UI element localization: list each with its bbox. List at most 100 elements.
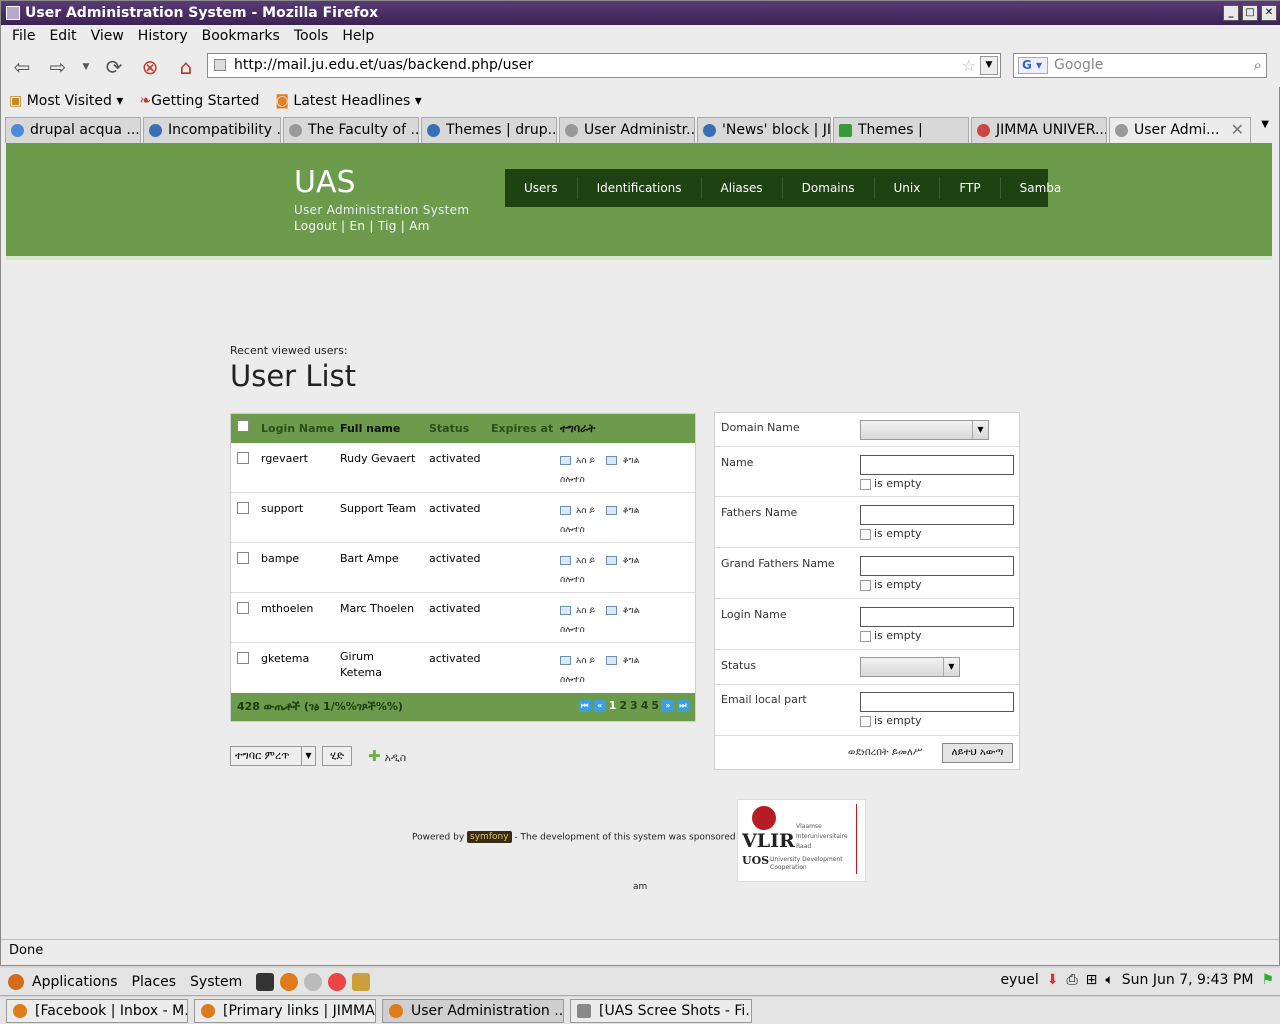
- system-menu[interactable]: System: [190, 974, 242, 990]
- email-input[interactable]: [860, 692, 1014, 712]
- row-checkbox[interactable]: [237, 502, 249, 514]
- previous-page-icon[interactable]: «: [593, 699, 606, 712]
- bookmark-latest-headlines[interactable]: ◙ Latest Headlines ▾: [275, 93, 421, 109]
- tab-5[interactable]: User Administr...: [559, 117, 695, 143]
- menu-history[interactable]: History: [131, 28, 195, 44]
- reset-link[interactable]: ወደነበረበት ይመለሥ: [848, 747, 922, 758]
- back-arrow-icon[interactable]: ⇦: [7, 52, 37, 82]
- tab-7[interactable]: Themes |: [833, 117, 969, 143]
- username[interactable]: eyuel: [1000, 972, 1038, 988]
- name-empty-checkbox[interactable]: is empty: [860, 477, 922, 490]
- nav-aliases[interactable]: Aliases: [702, 177, 783, 199]
- col-status[interactable]: Status: [429, 422, 469, 435]
- url-dropdown-icon[interactable]: ▼: [980, 56, 998, 75]
- nav-unix[interactable]: Unix: [875, 177, 941, 199]
- delete-link[interactable]: ስሎተስ: [560, 475, 585, 485]
- home-icon[interactable]: ⌂: [171, 52, 201, 82]
- edit-icon[interactable]: [560, 506, 571, 515]
- edit-icon[interactable]: [560, 456, 571, 465]
- fathers-empty-checkbox[interactable]: is empty: [860, 527, 922, 540]
- tag-icon[interactable]: [606, 656, 618, 665]
- tab-3[interactable]: The Faculty of ...: [283, 117, 419, 143]
- col-login[interactable]: Login Name: [261, 422, 334, 435]
- volume-icon[interactable]: 🔈︎: [1105, 972, 1113, 988]
- edit-icon[interactable]: [560, 556, 571, 565]
- domain-select[interactable]: ▼: [860, 420, 989, 440]
- task-screenshots[interactable]: [UAS Scree Shots - Fi...: [570, 998, 752, 1023]
- edit-icon[interactable]: [560, 606, 571, 615]
- logout-icon[interactable]: ⚑: [1261, 972, 1274, 988]
- login-cell[interactable]: rgevaert: [261, 452, 308, 465]
- task-uas[interactable]: User Administration ...: [382, 998, 564, 1023]
- batch-go-button[interactable]: ሂድ: [322, 746, 352, 766]
- edit-link[interactable]: አስ ይ: [576, 456, 595, 466]
- stop-icon[interactable]: ⊗: [135, 52, 165, 82]
- search-engine-icon[interactable]: G ▾: [1018, 57, 1048, 74]
- help-icon[interactable]: [328, 972, 347, 991]
- page-5[interactable]: 5: [651, 699, 659, 712]
- login-cell[interactable]: mthoelen: [261, 602, 313, 615]
- edit-link[interactable]: አስ ይ: [576, 556, 595, 566]
- search-bar[interactable]: G ▾ Google ⌕: [1013, 53, 1267, 78]
- applications-menu[interactable]: Applications: [32, 974, 118, 990]
- nav-identifications[interactable]: Identifications: [578, 177, 702, 199]
- tag-icon[interactable]: [606, 556, 618, 565]
- menu-view[interactable]: View: [84, 28, 131, 44]
- tab-active[interactable]: User Admi... ✕: [1109, 117, 1251, 143]
- row-checkbox[interactable]: [237, 552, 249, 564]
- firefox-icon[interactable]: [280, 972, 299, 991]
- login-cell[interactable]: support: [261, 502, 303, 515]
- vlir-uos-logo[interactable]: VLIR UOS Vlaamse Interuniversitaire Raad…: [737, 799, 866, 882]
- forward-arrow-icon[interactable]: ⇨: [43, 52, 73, 82]
- places-menu[interactable]: Places: [132, 974, 177, 990]
- page-1[interactable]: 1: [609, 699, 617, 712]
- add-user-link[interactable]: ✚ አዲስ: [368, 747, 406, 765]
- menu-bookmarks[interactable]: Bookmarks: [195, 28, 287, 44]
- bookmark-star-icon[interactable]: ☆: [962, 54, 976, 77]
- notes-icon[interactable]: [352, 972, 371, 991]
- login-cell[interactable]: gketema: [261, 652, 309, 665]
- edit-link[interactable]: አስ ይ: [576, 506, 595, 516]
- nav-users[interactable]: Users: [505, 177, 578, 199]
- batch-action-select[interactable]: ተግባር ምረጥ ▼: [230, 746, 316, 766]
- network-icon[interactable]: ⊞: [1086, 972, 1098, 988]
- first-page-icon[interactable]: ⏮: [578, 699, 591, 712]
- edit-link[interactable]: አስ ይ: [576, 656, 595, 666]
- reload-icon[interactable]: ⟳: [99, 52, 129, 82]
- menu-tools[interactable]: Tools: [287, 28, 336, 44]
- row-checkbox[interactable]: [237, 652, 249, 664]
- nav-ftp[interactable]: FTP: [940, 177, 1001, 199]
- grand-empty-checkbox[interactable]: is empty: [860, 578, 922, 591]
- select-all-checkbox[interactable]: [237, 420, 249, 432]
- tab-1[interactable]: drupal acqua ...: [5, 117, 141, 143]
- maximize-button[interactable]: □: [1242, 5, 1258, 21]
- login-name-input[interactable]: [860, 607, 1014, 627]
- tag-link[interactable]: ቆግል: [622, 656, 639, 666]
- page-3[interactable]: 3: [630, 699, 638, 712]
- tag-link[interactable]: ቆግል: [622, 606, 639, 616]
- tag-icon[interactable]: [606, 456, 618, 465]
- tab-6[interactable]: 'News' block | JI...: [697, 117, 831, 143]
- symfony-logo[interactable]: symfony: [467, 831, 512, 843]
- status-select[interactable]: ▼: [860, 657, 960, 677]
- tag-link[interactable]: ቆግል: [622, 556, 639, 566]
- menu-file[interactable]: File: [5, 28, 42, 44]
- tag-icon[interactable]: [606, 506, 618, 515]
- update-icon[interactable]: ⬇: [1047, 972, 1059, 988]
- edit-link[interactable]: አስ ይ: [576, 606, 595, 616]
- language-links[interactable]: Logout | En | Tig | Am: [294, 219, 430, 233]
- bookmark-getting-started[interactable]: ❧Getting Started: [139, 93, 259, 109]
- nav-samba[interactable]: Samba: [1001, 177, 1081, 199]
- minimize-button[interactable]: _: [1223, 5, 1239, 21]
- tag-link[interactable]: ቆግል: [622, 456, 639, 466]
- col-expires[interactable]: Expires at: [491, 422, 553, 435]
- history-dropdown-icon[interactable]: ▼: [79, 52, 93, 82]
- next-page-icon[interactable]: »: [662, 699, 674, 712]
- printer-icon[interactable]: ⎙: [1066, 972, 1077, 988]
- filter-submit-button[interactable]: ለይተህ አውጣ: [942, 743, 1013, 763]
- delete-link[interactable]: ስሎተስ: [560, 525, 585, 535]
- name-input[interactable]: [860, 455, 1014, 475]
- login-empty-checkbox[interactable]: is empty: [860, 629, 922, 642]
- terminal-icon[interactable]: [256, 972, 275, 991]
- close-window-button[interactable]: ✕: [1261, 5, 1277, 21]
